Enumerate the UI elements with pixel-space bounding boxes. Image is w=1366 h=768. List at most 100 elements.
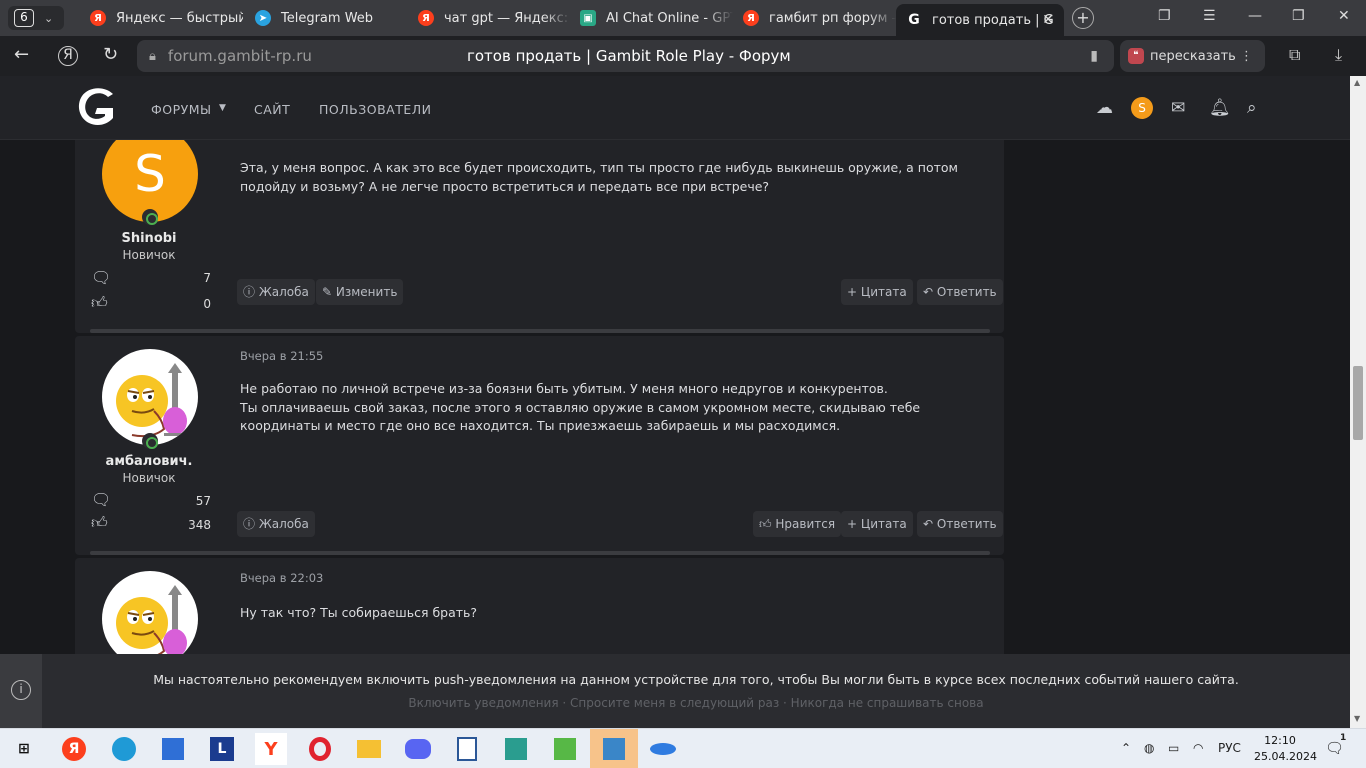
retell-button[interactable]: ❝ пересказать ⋮ xyxy=(1120,40,1265,72)
more-icon[interactable]: ⋮ xyxy=(1240,49,1253,64)
ask-later-link[interactable]: Спросите меня в следующий раз xyxy=(570,696,779,710)
gambit-logo[interactable] xyxy=(73,84,121,128)
yandex-browser-icon[interactable]: Я xyxy=(58,733,90,765)
edit-label: Изменить xyxy=(335,285,398,299)
reply-button[interactable]: ↶ Ответить xyxy=(917,511,1003,537)
reload-icon[interactable]: ↻ xyxy=(103,44,118,65)
reply-label: Ответить xyxy=(936,517,997,531)
windows-start-icon[interactable]: ⊞ xyxy=(8,733,40,765)
battery-icon[interactable]: ▭ xyxy=(1168,741,1179,755)
opera-icon[interactable] xyxy=(304,733,336,765)
quote-button[interactable]: + Цитата xyxy=(841,511,913,537)
reply-icon: ↶ xyxy=(923,285,934,299)
close-tab-icon[interactable]: ✕ xyxy=(1042,12,1054,28)
wifi-icon[interactable]: ◠ xyxy=(1193,741,1203,755)
tab-gambit-search[interactable]: Я гамбит рп форум — xyxy=(733,5,896,31)
mail-icon[interactable]: ✉ xyxy=(1171,98,1185,118)
tab-yandex[interactable]: Я Яндекс — быстрый xyxy=(80,5,243,31)
language-indicator[interactable]: РУС xyxy=(1218,741,1241,755)
tab-count-button[interactable]: 6 ⌄ xyxy=(8,6,64,30)
post-text: Не работаю по личной встрече из-за боязн… xyxy=(240,381,921,433)
new-tab-button[interactable]: + xyxy=(1072,7,1094,29)
reply-button[interactable]: ↶ Ответить xyxy=(917,279,1003,305)
report-label: Жалоба xyxy=(258,285,309,299)
report-button[interactable]: ⓘ Жалоба xyxy=(237,279,315,305)
collections-icon[interactable]: ❐ xyxy=(1158,8,1171,24)
scroll-down-icon[interactable]: ▼ xyxy=(1354,714,1360,723)
quote-button[interactable]: + Цитата xyxy=(841,279,913,305)
store-icon[interactable] xyxy=(157,733,189,765)
user-role: Новичок xyxy=(122,248,176,262)
lock-icon[interactable]: 🔒︎ xyxy=(149,49,156,64)
chevron-up-icon[interactable]: ⌃ xyxy=(1121,741,1131,755)
user-avatar[interactable]: S xyxy=(1131,97,1153,119)
clock[interactable]: 12:10 25.04.2024 xyxy=(1254,733,1317,765)
yandex-icon: Я xyxy=(418,10,434,26)
app-icon[interactable] xyxy=(647,733,679,765)
app-icon[interactable] xyxy=(549,733,581,765)
tab-count: 6 xyxy=(14,9,34,27)
nav-users[interactable]: ПОЛЬЗОВАТЕЛИ xyxy=(319,102,431,117)
bookmark-icon[interactable]: ▮ xyxy=(1090,48,1098,64)
launcher-icon[interactable]: L xyxy=(206,733,238,765)
notepad-icon[interactable] xyxy=(451,733,483,765)
username[interactable]: Shinobi xyxy=(75,231,223,246)
reply-icon: ↶ xyxy=(923,517,934,531)
avatar[interactable] xyxy=(102,349,198,445)
never-ask-link[interactable]: Никогда не спрашивать снова xyxy=(791,696,984,710)
chevron-down-icon[interactable]: ▼ xyxy=(219,103,226,113)
push-message: Мы настоятельно рекомендуем включить pus… xyxy=(153,672,1239,687)
back-icon[interactable]: ← xyxy=(14,44,29,65)
download-icon[interactable]: ⤓ xyxy=(1335,45,1342,65)
quote-label: Цитата xyxy=(860,285,907,299)
folder-icon[interactable] xyxy=(353,733,385,765)
menu-icon[interactable]: ☰ xyxy=(1203,8,1216,24)
post-shinobi: S Shinobi Новичок 🗨︎ 7 👍︎ 0 Эта, у меня … xyxy=(75,140,1004,333)
search-icon[interactable]: ⌕ xyxy=(1247,98,1257,118)
tab-telegram[interactable]: ➤ Telegram Web xyxy=(245,5,408,31)
hookah-smiley-image xyxy=(116,585,187,654)
url-text: forum.gambit-rp.ru xyxy=(167,47,312,65)
info-icon: ⓘ xyxy=(243,517,256,531)
username[interactable]: амбалович. xyxy=(75,454,223,469)
app-icon-active[interactable] xyxy=(590,729,638,768)
nav-site[interactable]: САЙТ xyxy=(254,102,290,117)
discord-icon[interactable] xyxy=(402,733,434,765)
tab-ai-chat[interactable]: ▣ AI Chat Online - GPT xyxy=(570,5,733,31)
quote-label: Цитата xyxy=(860,517,907,531)
thumbs-up-icon: 👍︎ xyxy=(91,293,108,312)
nav-forums[interactable]: ФОРУМЫ xyxy=(151,102,212,117)
minimize-icon[interactable]: — xyxy=(1248,8,1262,24)
info-icon: ⓘ xyxy=(243,285,256,299)
scroll-up-icon[interactable]: ▲ xyxy=(1354,78,1360,87)
camera-icon[interactable]: ◍ xyxy=(1144,741,1154,755)
close-window-icon[interactable]: ✕ xyxy=(1338,8,1350,24)
reply-label: Ответить xyxy=(936,285,997,299)
avatar[interactable] xyxy=(102,571,198,654)
page-scrollbar[interactable]: ▲ ▼ xyxy=(1350,76,1366,728)
enable-notifications-link[interactable]: Включить уведомления xyxy=(408,696,558,710)
edge-icon[interactable] xyxy=(108,733,140,765)
like-button[interactable]: 👍︎ Нравится xyxy=(753,511,842,537)
clock-date: 25.04.2024 xyxy=(1254,750,1317,763)
post-date[interactable]: Вчера в 22:03 xyxy=(240,571,323,585)
bot-icon: ▣ xyxy=(580,10,596,26)
site-header: ФОРУМЫ ▼ САЙТ ПОЛЬЗОВАТЕЛИ ☁ S ✉ 🔔︎ ⌕ xyxy=(0,76,1350,140)
address-row: ← Я ↻ 🔒︎ forum.gambit-rp.ru готов продат… xyxy=(0,36,1366,76)
bell-icon[interactable]: 🔔︎ xyxy=(1209,98,1231,118)
online-status-icon xyxy=(142,209,158,225)
yandex-app-icon[interactable]: Y xyxy=(255,733,287,765)
address-bar[interactable]: 🔒︎ forum.gambit-rp.ru готов продать | Ga… xyxy=(137,40,1114,72)
tab-label: Telegram Web xyxy=(281,10,374,26)
extensions-icon[interactable]: ⧉ xyxy=(1289,45,1300,65)
cloud-icon[interactable]: ☁ xyxy=(1096,98,1113,118)
yandex-home-icon[interactable]: Я xyxy=(58,46,78,66)
scroll-thumb[interactable] xyxy=(1353,366,1363,440)
restore-icon[interactable]: ❐ xyxy=(1292,8,1305,24)
edit-button[interactable]: ✎ Изменить xyxy=(316,279,404,305)
report-button[interactable]: ⓘ Жалоба xyxy=(237,511,315,537)
tab-yandex-search[interactable]: Я чат gpt — Яндекс: н xyxy=(408,5,571,31)
post-date[interactable]: Вчера в 21:55 xyxy=(240,349,323,363)
app-icon[interactable] xyxy=(500,733,532,765)
tab-active-forum[interactable]: G готов продать | G ✕ xyxy=(896,4,1064,36)
